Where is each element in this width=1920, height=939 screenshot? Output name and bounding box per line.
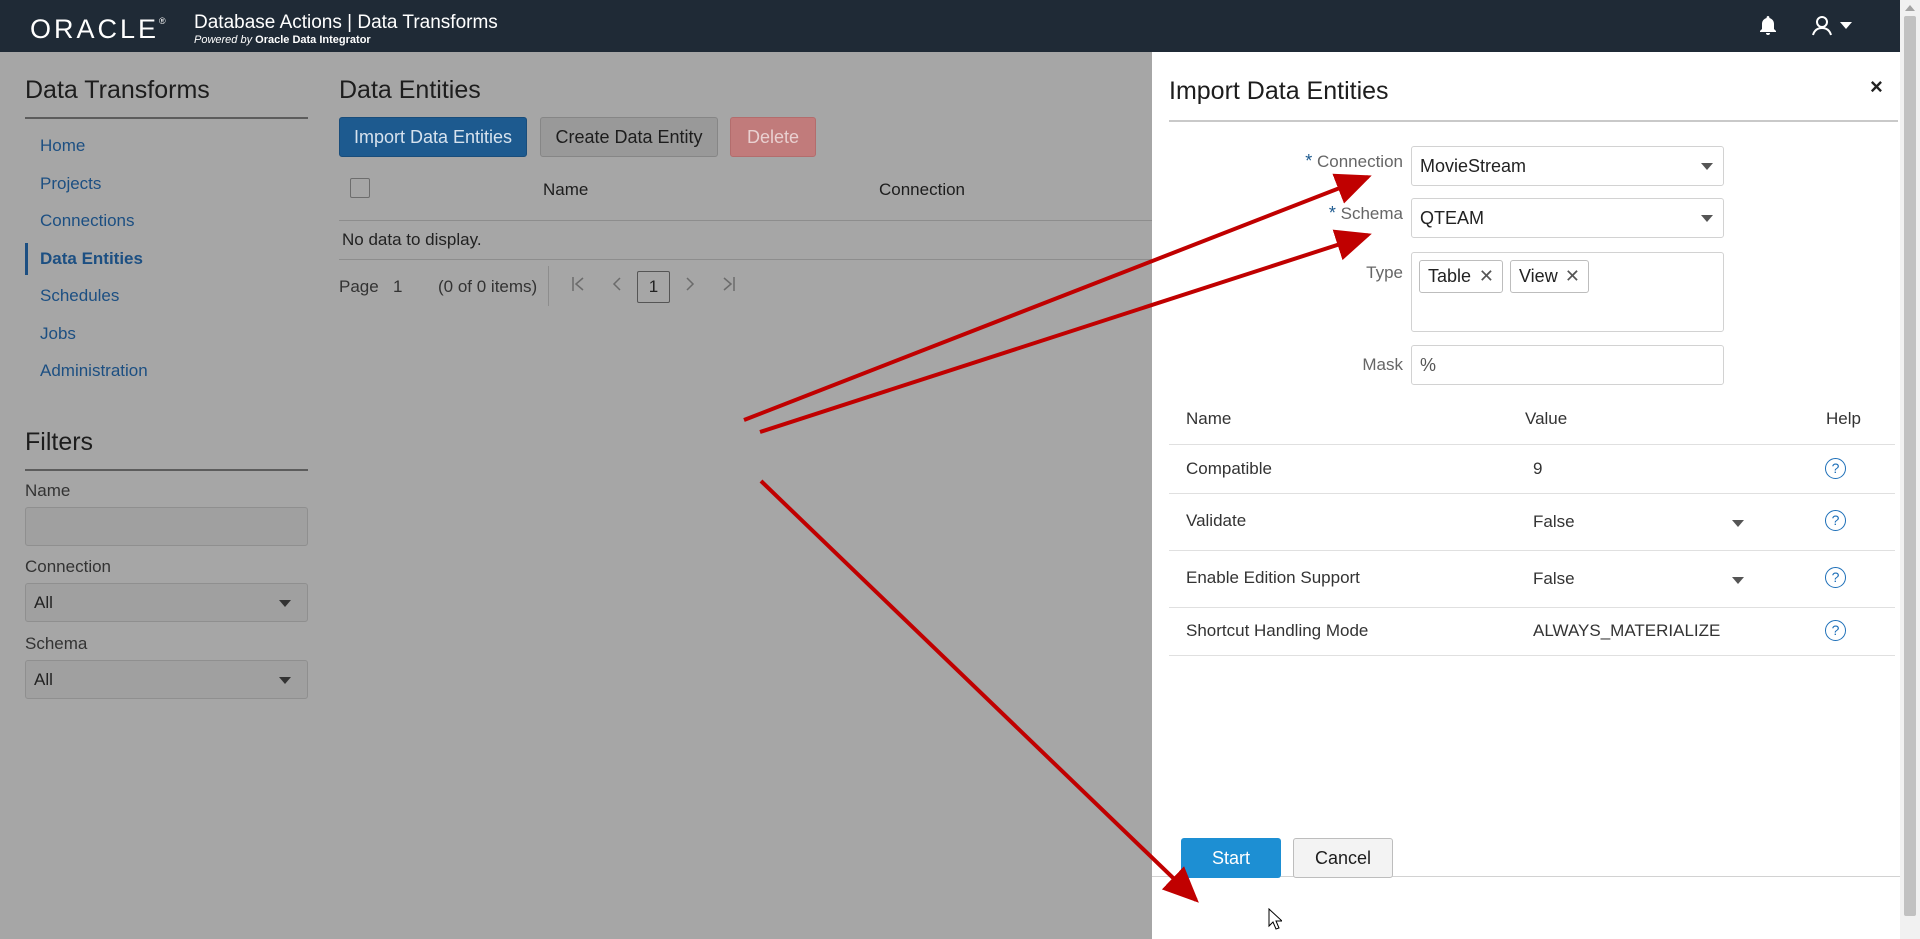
param-name-validate: Validate xyxy=(1186,511,1247,530)
params-header-help: Help xyxy=(1826,409,1861,428)
type-label: Type xyxy=(1366,263,1403,282)
pager-page-number: 1 xyxy=(393,277,403,296)
empty-table-message: No data to display. xyxy=(342,230,482,249)
param-value-compatible[interactable]: 9 xyxy=(1533,459,1542,479)
chevron-down-icon xyxy=(1701,215,1713,222)
chevron-down-icon[interactable] xyxy=(1732,520,1744,527)
previous-page-icon[interactable] xyxy=(610,273,624,295)
mask-label: Mask xyxy=(1362,355,1403,374)
oracle-logo: ORACLE® xyxy=(30,14,166,44)
pager-items-info: (0 of 0 items) xyxy=(438,277,538,296)
next-page-icon[interactable] xyxy=(683,273,697,295)
help-icon[interactable]: ? xyxy=(1825,567,1846,588)
type-multiselect[interactable]: Table ✕ View ✕ xyxy=(1411,252,1724,332)
filter-name-label: Name xyxy=(25,481,71,500)
schema-select[interactable]: QTEAM xyxy=(1411,198,1724,238)
help-icon[interactable]: ? xyxy=(1825,510,1846,531)
import-data-entities-dialog: Import Data Entities × * Connection Movi… xyxy=(1152,52,1900,939)
scroll-thumb[interactable] xyxy=(1904,16,1916,916)
param-value-validate[interactable]: False xyxy=(1533,512,1575,532)
filters-title: Filters xyxy=(25,428,94,456)
dialog-title: Import Data Entities xyxy=(1169,77,1389,105)
required-marker: * xyxy=(1305,151,1313,171)
filter-name-input[interactable] xyxy=(25,507,308,546)
param-row-divider xyxy=(1169,550,1895,551)
sidebar-title: Data Transforms xyxy=(25,76,210,104)
sidebar-item-projects[interactable]: Projects xyxy=(25,168,275,200)
cancel-button[interactable]: Cancel xyxy=(1293,838,1393,878)
scroll-up-icon[interactable] xyxy=(1905,5,1915,11)
param-value-enable-edition-support[interactable]: False xyxy=(1533,569,1575,589)
param-row-divider xyxy=(1169,655,1895,656)
last-page-icon[interactable] xyxy=(721,273,737,295)
remove-chip-icon[interactable]: ✕ xyxy=(1479,261,1494,292)
user-menu-icon[interactable] xyxy=(1810,13,1860,39)
filter-schema-label: Schema xyxy=(25,634,88,653)
required-marker: * xyxy=(1328,203,1336,223)
first-page-icon[interactable] xyxy=(570,273,586,295)
remove-chip-icon[interactable]: ✕ xyxy=(1565,261,1580,292)
chevron-down-icon xyxy=(279,677,291,684)
param-name-enable-edition-support: Enable Edition Support xyxy=(1186,568,1360,587)
sidebar-item-schedules[interactable]: Schedules xyxy=(25,280,275,312)
page-scrollbar[interactable] xyxy=(1900,0,1920,939)
params-header-name: Name xyxy=(1186,409,1232,428)
sidebar-divider xyxy=(25,117,308,119)
mask-input[interactable]: % xyxy=(1411,345,1724,385)
connection-label: * Connection xyxy=(1305,151,1403,171)
create-data-entity-button[interactable]: Create Data Entity xyxy=(540,117,718,157)
dialog-title-divider xyxy=(1169,120,1898,122)
delete-button[interactable]: Delete xyxy=(730,117,816,157)
param-name-compatible: Compatible xyxy=(1186,459,1272,478)
params-header-value: Value xyxy=(1525,409,1568,428)
connection-select[interactable]: MovieStream xyxy=(1411,146,1724,186)
column-header-name[interactable]: Name xyxy=(543,180,588,200)
close-icon[interactable]: × xyxy=(1870,74,1883,100)
table-footer-divider xyxy=(339,259,1152,260)
select-all-checkbox[interactable] xyxy=(350,178,370,198)
pager-label: Page xyxy=(339,277,379,296)
param-value-shortcut-handling-mode[interactable]: ALWAYS_MATERIALIZE xyxy=(1533,621,1720,641)
bell-icon[interactable] xyxy=(1756,14,1780,38)
chevron-down-icon[interactable] xyxy=(1732,577,1744,584)
schema-value: QTEAM xyxy=(1420,208,1485,228)
sidebar-item-data-entities[interactable]: Data Entities xyxy=(25,243,275,275)
sidebar-item-administration[interactable]: Administration xyxy=(25,355,275,387)
filter-schema-value: All xyxy=(34,670,53,689)
filter-connection-label: Connection xyxy=(25,557,112,576)
help-icon[interactable]: ? xyxy=(1825,620,1846,641)
page-title: Data Entities xyxy=(339,76,481,104)
app-title: Database Actions | Data Transforms xyxy=(194,12,498,33)
param-row-divider xyxy=(1169,607,1895,608)
import-data-entities-button[interactable]: Import Data Entities xyxy=(339,117,527,157)
filter-connection-value: All xyxy=(34,593,53,612)
current-page-box[interactable]: 1 xyxy=(637,271,670,303)
schema-label: * Schema xyxy=(1328,203,1403,223)
start-button[interactable]: Start xyxy=(1181,838,1281,878)
type-chip-table: Table ✕ xyxy=(1419,260,1503,293)
app-subtitle: Powered by Oracle Data Integrator xyxy=(194,34,371,46)
table-header-divider xyxy=(339,220,1152,221)
sidebar-item-jobs[interactable]: Jobs xyxy=(25,318,275,350)
sidebar-item-home[interactable]: Home xyxy=(25,130,275,162)
type-chip-view: View ✕ xyxy=(1510,260,1589,293)
chevron-down-icon xyxy=(279,600,291,607)
param-name-shortcut-handling-mode: Shortcut Handling Mode xyxy=(1186,621,1369,640)
column-header-connection[interactable]: Connection xyxy=(879,180,965,200)
filter-connection-select[interactable]: All xyxy=(25,583,308,622)
help-icon[interactable]: ? xyxy=(1825,458,1846,479)
filter-schema-select[interactable]: All xyxy=(25,660,308,699)
chevron-down-icon xyxy=(1701,163,1713,170)
sidebar-item-connections[interactable]: Connections xyxy=(25,205,275,237)
mouse-cursor-icon xyxy=(1268,908,1282,930)
pager-separator xyxy=(548,266,549,306)
connection-value: MovieStream xyxy=(1420,156,1527,176)
param-row-divider xyxy=(1169,493,1895,494)
filters-divider xyxy=(25,469,308,471)
app-header: ORACLE® Database Actions | Data Transfor… xyxy=(0,0,1920,52)
params-header-divider xyxy=(1169,444,1895,445)
